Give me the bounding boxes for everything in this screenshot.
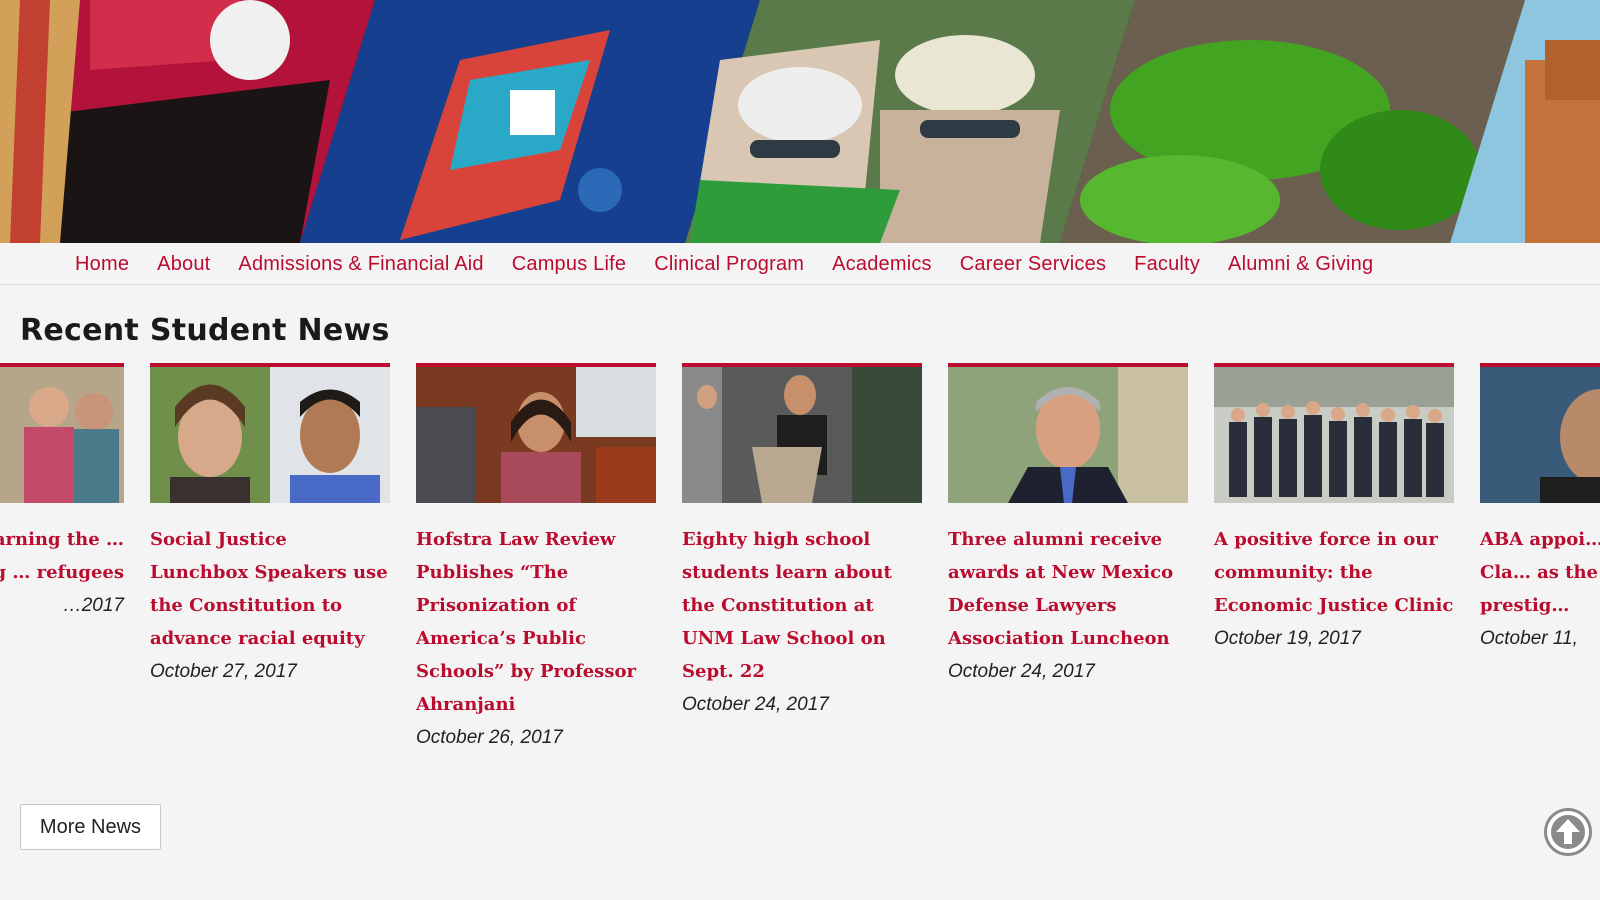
news-image bbox=[1480, 367, 1600, 503]
news-card[interactable]: Eighty high school students learn about … bbox=[682, 363, 922, 721]
news-thumbnail[interactable] bbox=[150, 363, 390, 503]
news-image bbox=[0, 367, 124, 503]
nav-item-faculty[interactable]: Faculty bbox=[1134, 253, 1200, 276]
main-nav: Home About Admissions & Financial Aid Ca… bbox=[0, 243, 1600, 285]
nav-item-about[interactable]: About bbox=[157, 253, 210, 276]
news-image bbox=[1214, 367, 1454, 503]
news-card[interactable]: Hofstra Law Review Publishes “The Prison… bbox=[416, 363, 656, 754]
more-news-button[interactable]: More News bbox=[20, 804, 161, 850]
news-date: October 27, 2017 bbox=[150, 661, 297, 682]
section-title: Recent Student News bbox=[20, 313, 390, 348]
news-thumbnail[interactable] bbox=[416, 363, 656, 503]
scroll-to-top-button[interactable] bbox=[1543, 807, 1593, 857]
arrow-up-circle-icon bbox=[1544, 808, 1592, 856]
news-thumbnail[interactable] bbox=[948, 363, 1188, 503]
news-image bbox=[150, 367, 390, 503]
header-banner bbox=[0, 0, 1600, 243]
news-carousel: …ly …arning the … seeking … refugees …20… bbox=[0, 363, 1600, 763]
news-date: October 11, bbox=[1480, 628, 1578, 649]
news-thumbnail[interactable] bbox=[682, 363, 922, 503]
news-date: …2017 bbox=[62, 595, 124, 616]
news-thumbnail[interactable] bbox=[1214, 363, 1454, 503]
news-headline[interactable]: …ly …arning the … seeking … refugees bbox=[0, 523, 124, 589]
news-headline[interactable]: ABA appoi… Dawdy, Cla… as the only… on p… bbox=[1480, 523, 1600, 622]
news-date: October 24, 2017 bbox=[948, 661, 1095, 682]
nav-item-alumni-giving[interactable]: Alumni & Giving bbox=[1228, 253, 1373, 276]
banner-collage-image bbox=[0, 0, 1600, 243]
news-card[interactable]: Three alumni receive awards at New Mexic… bbox=[948, 363, 1188, 688]
news-headline[interactable]: Social Justice Lunchbox Speakers use the… bbox=[150, 523, 390, 655]
news-image bbox=[682, 367, 922, 503]
news-card[interactable]: A positive force in our community: the E… bbox=[1214, 363, 1454, 655]
news-headline[interactable]: Hofstra Law Review Publishes “The Prison… bbox=[416, 523, 656, 721]
nav-item-academics[interactable]: Academics bbox=[832, 253, 932, 276]
news-headline[interactable]: Eighty high school students learn about … bbox=[682, 523, 922, 688]
nav-item-clinical-program[interactable]: Clinical Program bbox=[654, 253, 804, 276]
nav-item-admissions[interactable]: Admissions & Financial Aid bbox=[238, 253, 483, 276]
news-date: October 26, 2017 bbox=[416, 727, 563, 748]
nav-item-career-services[interactable]: Career Services bbox=[960, 253, 1106, 276]
nav-item-campus-life[interactable]: Campus Life bbox=[512, 253, 626, 276]
news-thumbnail[interactable] bbox=[1480, 363, 1600, 503]
news-image bbox=[416, 367, 656, 503]
nav-item-home[interactable]: Home bbox=[75, 253, 129, 276]
news-card[interactable]: Social Justice Lunchbox Speakers use the… bbox=[150, 363, 390, 688]
news-card[interactable]: ABA appoi… Dawdy, Cla… as the only… on p… bbox=[1480, 363, 1600, 655]
news-headline[interactable]: Three alumni receive awards at New Mexic… bbox=[948, 523, 1188, 655]
news-image bbox=[948, 367, 1188, 503]
news-card[interactable]: …ly …arning the … seeking … refugees …20… bbox=[0, 363, 124, 622]
news-date: October 24, 2017 bbox=[682, 694, 829, 715]
news-headline[interactable]: A positive force in our community: the E… bbox=[1214, 523, 1454, 622]
news-date: October 19, 2017 bbox=[1214, 628, 1361, 649]
news-thumbnail[interactable] bbox=[0, 363, 124, 503]
